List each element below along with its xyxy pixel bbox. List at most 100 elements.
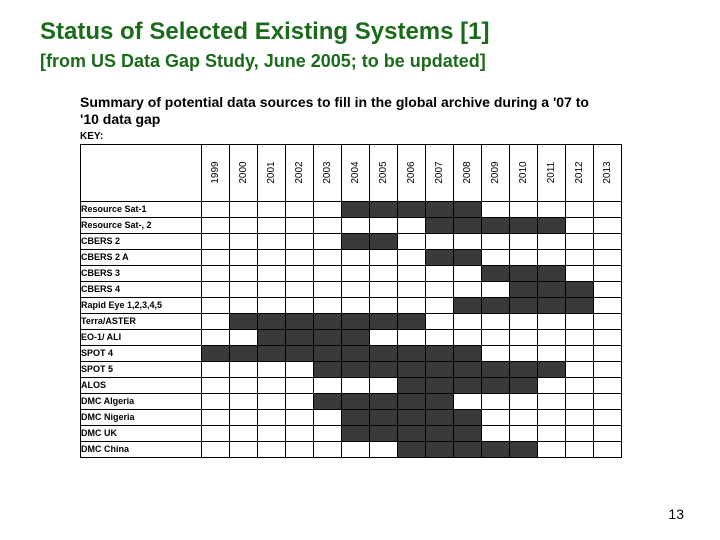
gantt-cell (594, 409, 622, 425)
gantt-cell (510, 201, 538, 217)
gantt-cell-active (342, 393, 370, 409)
gantt-cell (482, 233, 510, 249)
gantt-cell (370, 441, 398, 457)
gantt-cell (370, 217, 398, 233)
gantt-cell (286, 409, 314, 425)
gantt-cell (454, 329, 482, 345)
gantt-cell (510, 393, 538, 409)
row-label: SPOT 5 (81, 361, 202, 377)
gantt-cell (286, 297, 314, 313)
gantt-cell-active (342, 201, 370, 217)
table-row: CBERS 3 (81, 265, 622, 281)
gantt-cell-active (538, 265, 566, 281)
gantt-cell (202, 201, 230, 217)
gantt-cell-active (258, 345, 286, 361)
gantt-cell-active (286, 329, 314, 345)
gantt-cell (566, 345, 594, 361)
year-label: 2006 (406, 159, 417, 186)
gantt-cell (258, 441, 286, 457)
gantt-cell-active (454, 377, 482, 393)
gantt-cell (482, 409, 510, 425)
year-label: 2009 (490, 159, 501, 186)
row-label: SPOT 4 (81, 345, 202, 361)
gantt-cell (202, 329, 230, 345)
gantt-cell (566, 265, 594, 281)
gantt-cell-active (454, 217, 482, 233)
gantt-cell-active (342, 361, 370, 377)
gantt-cell (230, 425, 258, 441)
gantt-cell-active (510, 217, 538, 233)
year-header-row: 1999200020012002200320042005200620072008… (81, 144, 622, 201)
gantt-cell (566, 393, 594, 409)
gantt-cell-active (314, 393, 342, 409)
gantt-cell (538, 329, 566, 345)
table-row: Terra/ASTER (81, 313, 622, 329)
gantt-cell (398, 329, 426, 345)
gantt-cell (370, 297, 398, 313)
gantt-cell-active (398, 441, 426, 457)
gantt-cell-active (454, 425, 482, 441)
gantt-cell (342, 297, 370, 313)
gantt-cell (230, 249, 258, 265)
gantt-cell (538, 313, 566, 329)
gantt-cell-active (370, 201, 398, 217)
gantt-cell-active (314, 361, 342, 377)
gantt-cell (202, 377, 230, 393)
gantt-cell (454, 281, 482, 297)
page-number: 13 (668, 506, 684, 522)
gantt-cell-active (426, 345, 454, 361)
gantt-cell-active (370, 393, 398, 409)
gantt-cell (482, 393, 510, 409)
gantt-cell-active (426, 201, 454, 217)
row-label: Resource Sat-, 2 (81, 217, 202, 233)
gantt-cell (454, 233, 482, 249)
gantt-cell (594, 329, 622, 345)
gantt-cell (370, 329, 398, 345)
gantt-cell (314, 233, 342, 249)
gantt-cell-active (314, 313, 342, 329)
gantt-cell (594, 377, 622, 393)
year-label: 2003 (322, 159, 333, 186)
year-label: 2000 (238, 159, 249, 186)
gantt-cell-active (398, 393, 426, 409)
table-row: CBERS 4 (81, 281, 622, 297)
gantt-cell-active (482, 441, 510, 457)
gantt-cell (202, 361, 230, 377)
gantt-cell (594, 297, 622, 313)
gantt-cell (482, 425, 510, 441)
gantt-cell-active (482, 217, 510, 233)
gantt-cell (594, 345, 622, 361)
year-label: 2007 (434, 159, 445, 186)
row-label: ALOS (81, 377, 202, 393)
gantt-cell (230, 281, 258, 297)
gantt-cell (594, 441, 622, 457)
table-row: CBERS 2 A (81, 249, 622, 265)
gantt-cell (342, 265, 370, 281)
slide: Status of Selected Existing Systems [1] … (0, 0, 720, 540)
gantt-cell (342, 249, 370, 265)
gantt-cell (230, 233, 258, 249)
gantt-cell-active (454, 409, 482, 425)
gantt-cell-active (454, 361, 482, 377)
gantt-cell (230, 297, 258, 313)
gantt-cell-active (510, 361, 538, 377)
gantt-cell-active (482, 377, 510, 393)
gantt-cell-active (426, 361, 454, 377)
gantt-cell (510, 249, 538, 265)
year-label: 2002 (294, 159, 305, 186)
gantt-cell-active (566, 281, 594, 297)
gantt-cell (426, 313, 454, 329)
gantt-cell (258, 249, 286, 265)
year-label: 2005 (378, 159, 389, 186)
gantt-cell (230, 377, 258, 393)
gantt-cell (482, 201, 510, 217)
row-label: EO-1/ ALI (81, 329, 202, 345)
year-header: 2008 (454, 144, 482, 201)
gantt-cell-active (370, 425, 398, 441)
gantt-cell (482, 281, 510, 297)
gantt-cell (202, 281, 230, 297)
year-header: 2012 (566, 144, 594, 201)
year-label: 2012 (574, 159, 585, 186)
gantt-cell (510, 409, 538, 425)
gantt-cell (594, 313, 622, 329)
